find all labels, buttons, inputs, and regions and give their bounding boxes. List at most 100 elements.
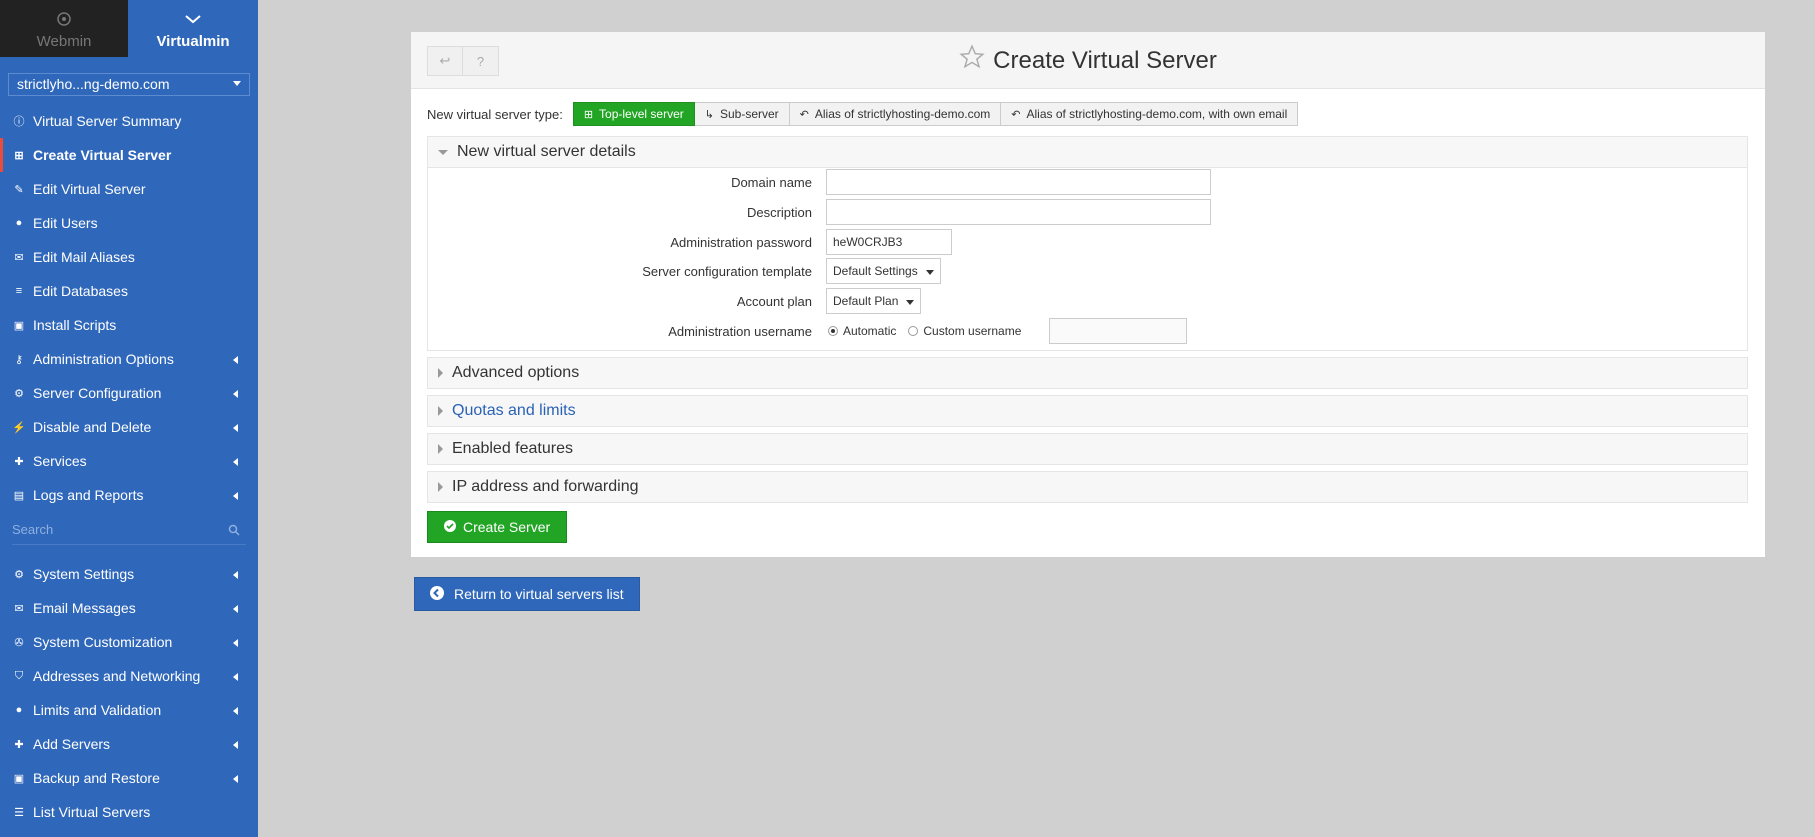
sidebar-item-email-messages[interactable]: ✉ Email Messages (0, 591, 258, 625)
sidebar-menu: ⓘ Virtual Server Summary ⊞ Create Virtual … (0, 104, 258, 512)
page-title-text: Create Virtual Server (993, 46, 1217, 74)
panel-header: ↩ ? Create Virtual Server (411, 32, 1765, 89)
level-down-icon: ↳ (704, 108, 714, 121)
domain-name-label: Domain name (731, 174, 812, 190)
caret-left-icon (233, 775, 238, 783)
domain-select[interactable]: strictlyho...ng-demo.com (8, 73, 250, 96)
caret-left-icon (233, 639, 238, 647)
enabled-features-section[interactable]: Enabled features (427, 433, 1748, 465)
return-to-list-button[interactable]: Return to virtual servers list (414, 577, 640, 611)
advanced-options-header[interactable]: Advanced options (428, 358, 1747, 388)
envelope-icon: ✉ (14, 251, 24, 264)
edit-icon: ✎ (14, 183, 24, 196)
plus-square-icon: ⊞ (583, 108, 594, 121)
sidebar-item-system-customization[interactable]: ✇ System Customization (0, 625, 258, 659)
sidebar-item-logs-and-reports[interactable]: ▤ Logs and Reports (0, 478, 258, 512)
main-panel: ↩ ? Create Virtual Server New virtual se… (411, 32, 1765, 557)
sidebar-menu-system: ⚙ System Settings ✉ Email Messages ✇ System… (0, 557, 258, 829)
sidebar-item-administration-options[interactable]: ⚷ Administration Options (0, 342, 258, 376)
arrow-left-circle-icon (430, 585, 444, 603)
username-auto-radio[interactable] (828, 326, 838, 336)
details-form: Domain name Description Administration p… (428, 167, 1747, 352)
type-alias-email-button[interactable]: ↶ Alias of strictlyhosting-demo.com, wit… (1001, 102, 1299, 126)
sidebar-item-create-virtual-server[interactable]: ⊞ Create Virtual Server (0, 138, 258, 172)
sidebar-item-edit-databases[interactable]: ≡ Edit Databases (0, 274, 258, 308)
reply-icon: ↶ (799, 108, 809, 121)
webmin-label: Webmin (36, 33, 92, 50)
advanced-options-section[interactable]: Advanced options (427, 357, 1748, 389)
key-icon: ⚷ (14, 353, 24, 366)
sidebar-item-install-scripts[interactable]: ▣ Install Scripts (0, 308, 258, 342)
caret-right-icon (438, 444, 443, 454)
caret-right-icon (438, 406, 443, 416)
caret-left-icon (233, 571, 238, 579)
caret-left-icon (233, 605, 238, 613)
create-server-button[interactable]: Create Server (427, 511, 568, 543)
template-label: Server configuration template (642, 263, 812, 279)
plus-square-icon: ⊞ (14, 149, 24, 162)
username-custom-radio[interactable] (908, 326, 919, 336)
type-top-level-button[interactable]: ⊞ Top-level server (572, 102, 695, 126)
search-placeholder: Search (12, 522, 54, 537)
sidebar-item-system-settings[interactable]: ⚙ System Settings (0, 557, 258, 591)
template-select[interactable]: Default Settings (826, 258, 941, 284)
caret-left-icon (233, 741, 238, 749)
caret-left-icon (233, 390, 238, 398)
plan-select[interactable]: Default Plan (826, 288, 922, 314)
domain-name-input[interactable] (826, 169, 1211, 195)
details-section: New virtual server details Domain name D… (427, 136, 1748, 351)
sidebar-item-edit-users[interactable]: ● Edit Users (0, 206, 258, 240)
domain-select-value: strictlyho...ng-demo.com (17, 76, 170, 92)
type-sub-server-button[interactable]: ↳ Sub-server (694, 102, 790, 126)
sidebar-item-edit-virtual-server[interactable]: ✎ Edit Virtual Server (0, 172, 258, 206)
quotas-header[interactable]: Quotas and limits (428, 396, 1747, 426)
user-lock-icon: ● (15, 704, 23, 716)
sidebar-item-disable-and-delete[interactable]: ⚡ Disable and Delete (0, 410, 258, 444)
username-options: Automatic Custom username (828, 318, 1021, 344)
sidebar-item-backup-and-restore[interactable]: ▣ Backup and Restore (0, 761, 258, 795)
wrench-icon: ✇ (14, 636, 24, 649)
sidebar-item-limits-and-validation[interactable]: ● Limits and Validation (0, 693, 258, 727)
username-auto-label: Automatic (843, 324, 897, 338)
product-switcher: Webmin Virtualmin (0, 0, 258, 57)
webmin-switch[interactable]: Webmin (0, 0, 128, 57)
script-icon: ▣ (13, 319, 25, 332)
info-circle-icon: ⓘ (13, 116, 25, 128)
virtualmin-switch[interactable]: Virtualmin (128, 0, 258, 57)
admin-password-input[interactable]: heW0CRJB3 (826, 229, 952, 255)
plan-label: Account plan (736, 293, 812, 309)
sidebar-item-edit-mail-aliases[interactable]: ✉ Edit Mail Aliases (0, 240, 258, 274)
chevron-down-icon (184, 11, 202, 27)
sidebar-item-services[interactable]: ✚ Services (0, 444, 258, 478)
description-input[interactable] (826, 199, 1211, 225)
sidebar-item-addresses-and-networking[interactable]: ⛉ Addresses and Networking (0, 659, 258, 693)
custom-username-input[interactable] (1049, 318, 1187, 344)
type-alias-button[interactable]: ↶ Alias of strictlyhosting-demo.com (789, 102, 1002, 126)
cogs-icon: ⚙ (14, 387, 24, 400)
plus-icon: ✚ (14, 738, 24, 751)
ip-address-header[interactable]: IP address and forwarding (428, 472, 1747, 502)
caret-left-icon (233, 673, 238, 681)
domain-name-row: Domain name (428, 169, 812, 195)
caret-left-icon (233, 707, 238, 715)
shield-icon: ⛉ (14, 669, 24, 682)
users-icon: ● (15, 217, 23, 229)
webmin-logo-icon (56, 11, 72, 27)
details-section-header[interactable]: New virtual server details (428, 137, 1747, 168)
gear-icon: ⚙ (14, 568, 24, 581)
sidebar-item-server-configuration[interactable]: ⚙ Server Configuration (0, 376, 258, 410)
chevron-down-icon (233, 81, 241, 86)
ip-address-section[interactable]: IP address and forwarding (427, 471, 1748, 503)
enabled-features-header[interactable]: Enabled features (428, 434, 1747, 464)
sidebar-search-input[interactable]: Search (12, 522, 246, 545)
save-icon: ▣ (13, 772, 25, 785)
sidebar-item-virtual-server-summary[interactable]: ⓘ Virtual Server Summary (0, 104, 258, 138)
sidebar-item-add-servers[interactable]: ✚ Add Servers (0, 727, 258, 761)
sidebar: Webmin Virtualmin strictlyho...ng-demo.c… (0, 0, 258, 837)
star-icon[interactable] (959, 44, 985, 77)
quotas-section[interactable]: Quotas and limits (427, 395, 1748, 427)
sidebar-item-list-virtual-servers[interactable]: ☰ List Virtual Servers (0, 795, 258, 829)
caret-left-icon (233, 424, 238, 432)
plug-icon: ⚡ (12, 421, 26, 434)
caret-right-icon (438, 368, 443, 378)
